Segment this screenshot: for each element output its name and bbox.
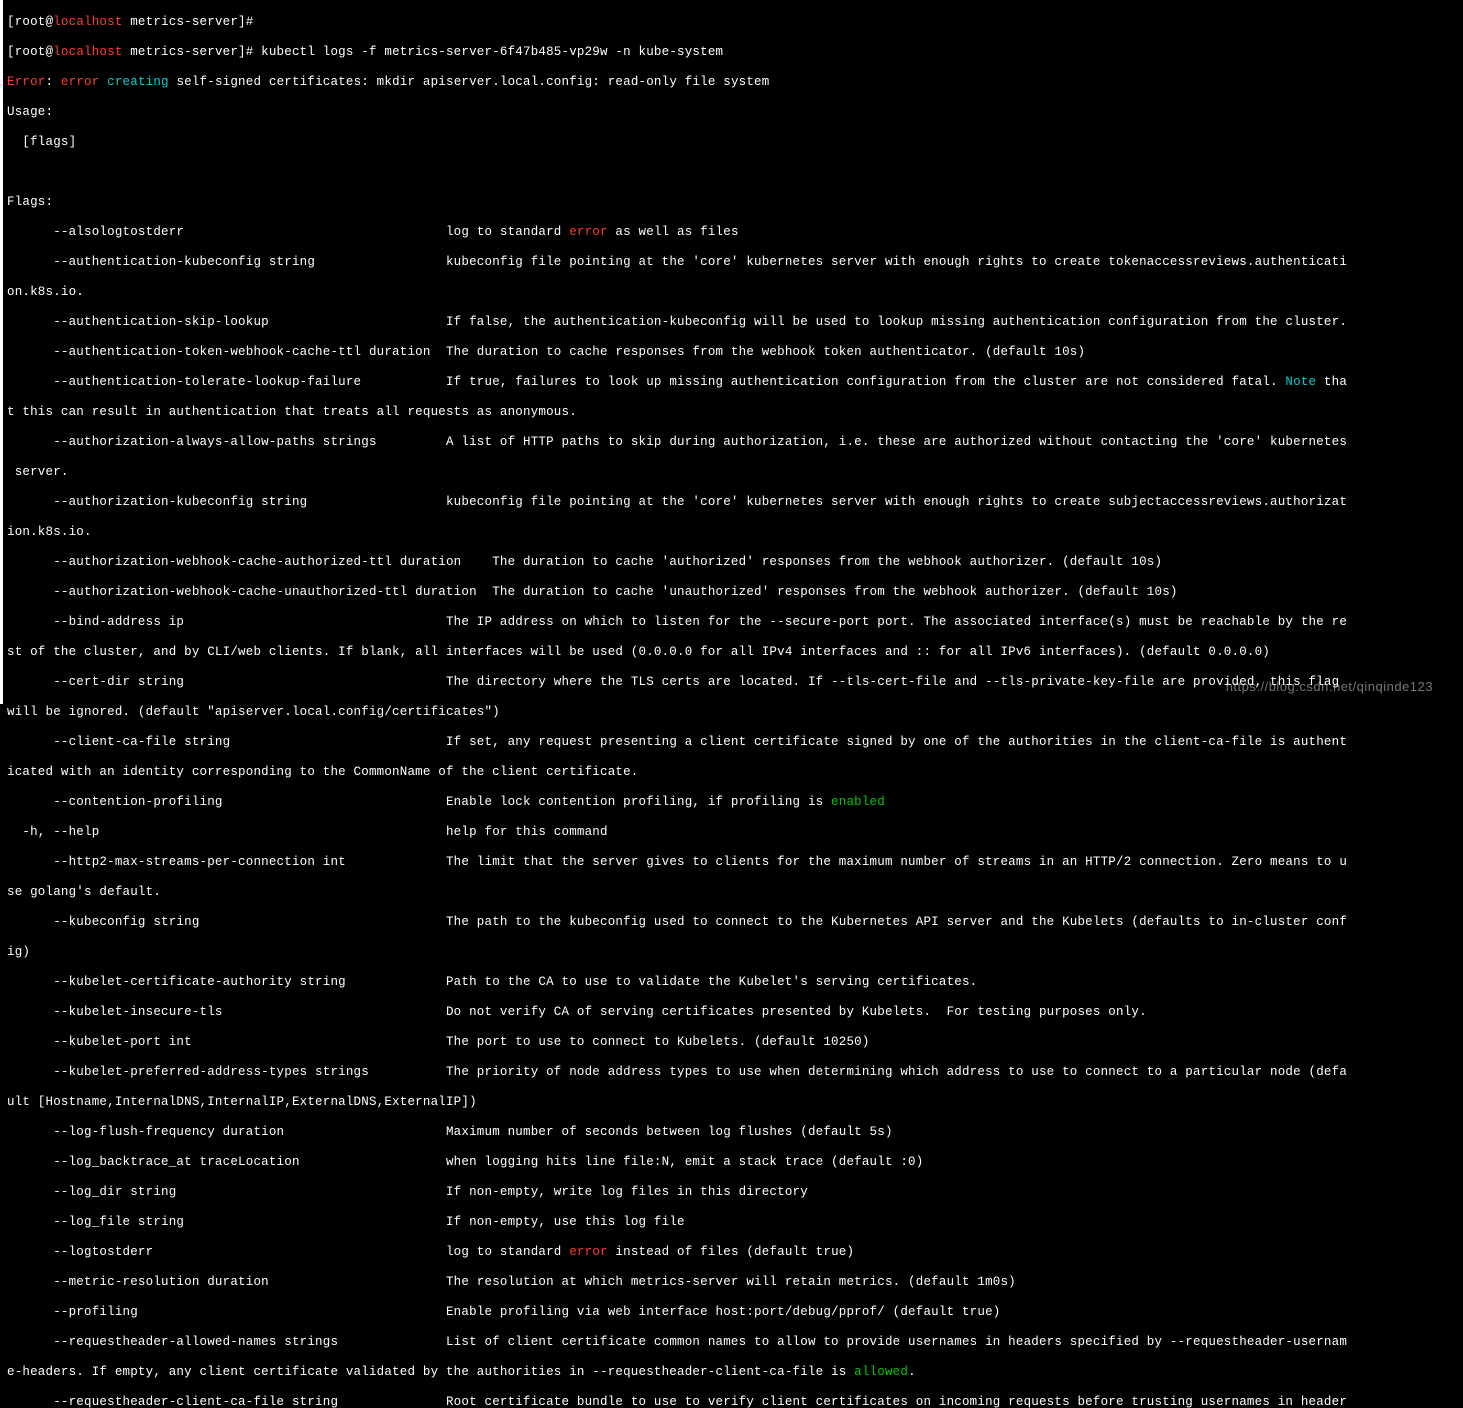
- flag-row: --authentication-token-webhook-cache-ttl…: [7, 345, 1459, 360]
- flag-wrap: ion.k8s.io.: [7, 525, 1459, 540]
- flag-row: --contention-profiling Enable lock conte…: [7, 795, 1459, 810]
- flag-row: --log-flush-frequency duration Maximum n…: [7, 1125, 1459, 1140]
- flag-wrap: icated with an identity corresponding to…: [7, 765, 1459, 780]
- flag-row: --log_file string If non-empty, use this…: [7, 1215, 1459, 1230]
- flag-row: --authentication-skip-lookup If false, t…: [7, 315, 1459, 330]
- terminal-output[interactable]: [root@localhost metrics-server]# [root@l…: [3, 0, 1463, 1408]
- flag-row: --requestheader-allowed-names strings Li…: [7, 1335, 1459, 1350]
- command-text: kubectl logs -f metrics-server-6f47b485-…: [261, 45, 723, 59]
- flag-row: --kubeconfig string The path to the kube…: [7, 915, 1459, 930]
- flag-wrap: on.k8s.io.: [7, 285, 1459, 300]
- flag-row: --kubelet-certificate-authority string P…: [7, 975, 1459, 990]
- prompt-line: [root@localhost metrics-server]# kubectl…: [7, 45, 1459, 60]
- flag-row: --authorization-webhook-cache-unauthoriz…: [7, 585, 1459, 600]
- flag-wrap: se golang's default.: [7, 885, 1459, 900]
- usage-header: Usage:: [7, 105, 1459, 120]
- flag-row: --bind-address ip The IP address on whic…: [7, 615, 1459, 630]
- flag-row: --metric-resolution duration The resolut…: [7, 1275, 1459, 1290]
- flag-row: --http2-max-streams-per-connection int T…: [7, 855, 1459, 870]
- flag-wrap: ult [Hostname,InternalDNS,InternalIP,Ext…: [7, 1095, 1459, 1110]
- flag-row: --authorization-webhook-cache-authorized…: [7, 555, 1459, 570]
- flag-wrap: ig): [7, 945, 1459, 960]
- flag-row: --authorization-kubeconfig string kubeco…: [7, 495, 1459, 510]
- flag-wrap: st of the cluster, and by CLI/web client…: [7, 645, 1459, 660]
- flag-wrap: will be ignored. (default "apiserver.loc…: [7, 705, 1459, 720]
- watermark: https://blog.csdn.net/qinqinde123: [1226, 679, 1433, 694]
- flag-row: --authorization-always-allow-paths strin…: [7, 435, 1459, 450]
- flag-wrap: t this can result in authentication that…: [7, 405, 1459, 420]
- flag-row: --authentication-kubeconfig string kubec…: [7, 255, 1459, 270]
- flag-row: --requestheader-client-ca-file string Ro…: [7, 1395, 1459, 1408]
- flag-row: --logtostderr log to standard error inst…: [7, 1245, 1459, 1260]
- flag-row: --alsologtostderr log to standard error …: [7, 225, 1459, 240]
- flag-row: --client-ca-file string If set, any requ…: [7, 735, 1459, 750]
- flag-row: --profiling Enable profiling via web int…: [7, 1305, 1459, 1320]
- error-line: Error: error creating self-signed certif…: [7, 75, 1459, 90]
- flag-row: --kubelet-port int The port to use to co…: [7, 1035, 1459, 1050]
- flag-row: --log_dir string If non-empty, write log…: [7, 1185, 1459, 1200]
- flag-row: --kubelet-insecure-tls Do not verify CA …: [7, 1005, 1459, 1020]
- flag-wrap: server.: [7, 465, 1459, 480]
- prompt-line-prev: [root@localhost metrics-server]#: [7, 15, 1459, 30]
- flag-wrap: e-headers. If empty, any client certific…: [7, 1365, 1459, 1380]
- flag-row: --log_backtrace_at traceLocation when lo…: [7, 1155, 1459, 1170]
- flag-row: --kubelet-preferred-address-types string…: [7, 1065, 1459, 1080]
- flags-header: Flags:: [7, 195, 1459, 210]
- usage-line: [flags]: [7, 135, 1459, 150]
- flag-row: -h, --help help for this command: [7, 825, 1459, 840]
- flag-row: --authentication-tolerate-lookup-failure…: [7, 375, 1459, 390]
- blank-line: [7, 165, 1459, 180]
